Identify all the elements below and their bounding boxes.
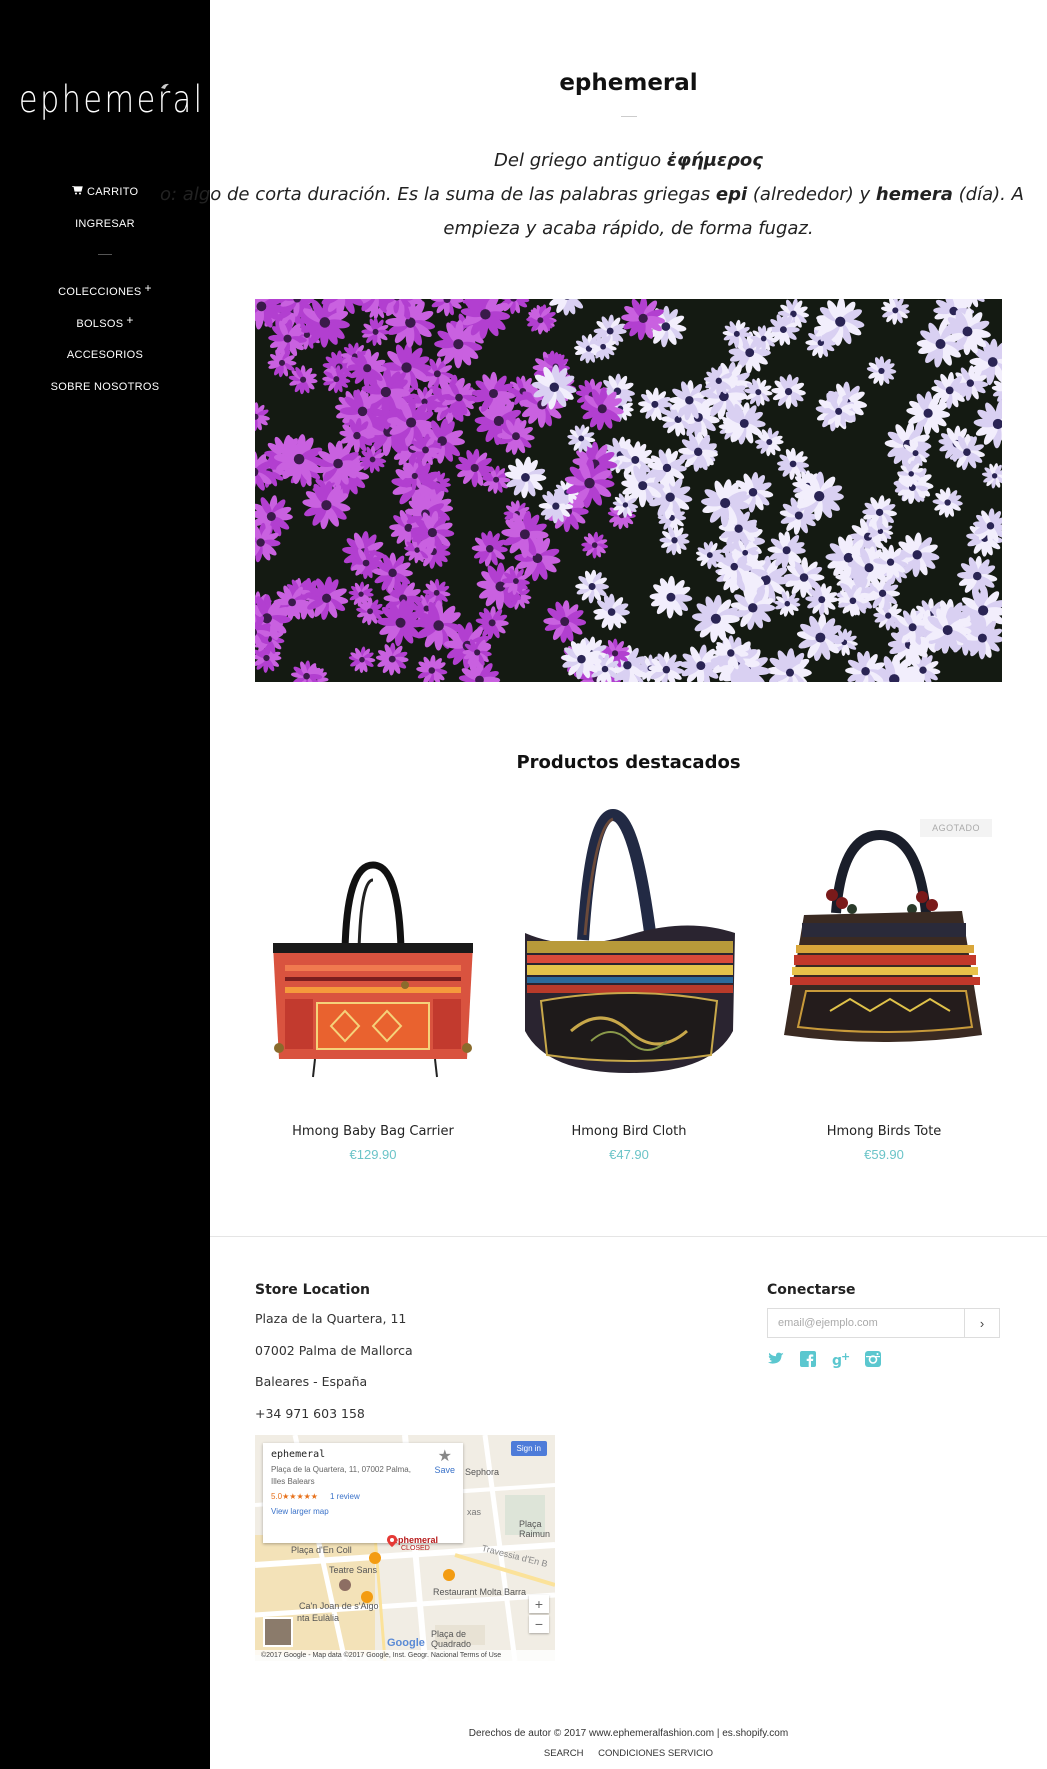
map-label: Restaurant Molta Barra — [433, 1587, 527, 1597]
store-location-title: Store Location — [255, 1282, 371, 1298]
quote-text: o: algo de corta duración. Es la suma de… — [160, 184, 716, 205]
product-card[interactable]: Hmong Bird Cloth €47.90 — [511, 805, 747, 1165]
map-label: Plaça de Quadrado — [431, 1629, 472, 1649]
map-zoom-out-button[interactable]: − — [529, 1615, 549, 1633]
map-label: Plaça d'En Coll — [291, 1545, 352, 1555]
footer-links: SEARCH CONDICIONES SERVICIO — [210, 1748, 1047, 1759]
product-name[interactable]: Hmong Birds Tote — [766, 1124, 1002, 1139]
quote-text: (día). A — [952, 184, 1024, 205]
map-label: xas — [467, 1507, 482, 1517]
cart-label: CARRITO — [86, 186, 139, 198]
quote-line-3: empieza y acaba rápido, de forma fugaz. — [443, 218, 814, 239]
google-plus-icon[interactable]: g + — [832, 1350, 854, 1372]
colecciones-label: COLECCIONES — [58, 286, 142, 298]
expand-plus-icon[interactable]: + — [126, 313, 133, 327]
expand-plus-icon[interactable]: + — [145, 281, 152, 295]
featured-products-title: Productos destacados — [516, 752, 741, 773]
login-link[interactable]: INGRESAR — [0, 214, 210, 246]
product-image[interactable] — [511, 805, 747, 1095]
bird-icon — [160, 82, 170, 92]
sidebar-item-accesorios[interactable]: ACCESORIOS — [0, 345, 210, 377]
store-address-line: 07002 Palma de Mallorca — [255, 1343, 413, 1358]
sidebar-item-colecciones[interactable]: COLECCIONES + — [0, 281, 210, 313]
newsletter-form: › — [767, 1308, 1000, 1338]
title-divider — [621, 116, 637, 117]
street-view-thumbnail[interactable] — [263, 1617, 293, 1647]
intro-quote: Del griego antiguo ἐφήμερος o: algo de c… — [160, 144, 1047, 246]
cart-icon — [72, 182, 84, 202]
svg-text:+: + — [841, 1350, 850, 1363]
map-label: nta Eulàlia — [297, 1613, 340, 1623]
quote-greek-word: ἐφήμερος — [666, 150, 763, 171]
product-name[interactable]: Hmong Bird Cloth — [511, 1124, 747, 1139]
instagram-icon[interactable] — [864, 1350, 886, 1372]
product-card[interactable]: AGOTADO Hmong Birds Tote €59.90 — [766, 805, 1002, 1165]
map-label: Teatre Sans — [329, 1565, 378, 1575]
footer-search-link[interactable]: SEARCH — [544, 1748, 584, 1759]
google-logo: Google — [387, 1637, 425, 1649]
newsletter-submit-button[interactable]: › — [965, 1309, 999, 1337]
map-signin-button[interactable]: Sign in — [510, 1441, 547, 1456]
sidebar-item-bolsos[interactable]: BOLSOS + — [0, 313, 210, 345]
email-input[interactable] — [768, 1309, 965, 1337]
sidebar: ephemeral CARRITO INGRESAR COLECCIONES + … — [0, 0, 210, 1769]
footer-divider — [210, 1236, 1047, 1237]
twitter-icon[interactable] — [767, 1350, 789, 1372]
connect-title: Conectarse — [767, 1282, 856, 1298]
page-title: ephemeral — [559, 70, 698, 96]
bolsos-label: BOLSOS — [76, 318, 124, 330]
map-label: Plaça Raimun — [519, 1519, 551, 1539]
map-place-card: ephemeral Plaça de la Quartera, 11, 0700… — [263, 1443, 463, 1543]
map-rating-row: 5.0★★★★★ 1 review — [271, 1492, 455, 1501]
product-price: €59.90 — [864, 1147, 904, 1162]
map-rating: 5.0★★★★★ — [271, 1492, 318, 1501]
sidebar-item-sobre-nosotros[interactable]: SOBRE NOSOTROS — [0, 377, 210, 409]
map-label: Sephora — [465, 1467, 500, 1477]
social-links: g + — [767, 1350, 892, 1372]
hero-image-flowers — [255, 299, 1002, 682]
store-address-line: Plaza de la Quartera, 11 — [255, 1311, 407, 1326]
quote-text: Del griego antiguo — [494, 150, 667, 171]
map-zoom-in-button[interactable]: + — [529, 1595, 549, 1613]
product-image[interactable] — [255, 805, 491, 1095]
product-card[interactable]: Hmong Baby Bag Carrier €129.90 — [255, 805, 491, 1165]
featured-products-grid: Hmong Baby Bag Carrier €129.90 Hmong Bir… — [255, 805, 1002, 1165]
map-save-button[interactable]: ★ Save — [434, 1448, 455, 1476]
footer-terms-link[interactable]: CONDICIONES SERVICIO — [598, 1748, 713, 1759]
star-icon: ★ — [437, 1448, 452, 1465]
store-map[interactable]: ephemeral Plaça de la Quartera, 11, 0700… — [255, 1435, 555, 1661]
map-marker-name: ephemeral — [393, 1535, 439, 1545]
quote-hemera: hemera — [875, 184, 953, 205]
product-price: €47.90 — [609, 1147, 649, 1162]
sidebar-nav: CARRITO INGRESAR COLECCIONES + BOLSOS + AC… — [0, 182, 210, 409]
quote-text: (alrededor) y — [747, 184, 876, 205]
view-larger-map-link[interactable]: View larger map — [271, 1507, 455, 1516]
map-marker-status: CLOSED — [401, 1545, 430, 1552]
quote-epi: epi — [715, 184, 748, 205]
map-place-address: Plaça de la Quartera, 11, 07002 Palma, I… — [271, 1465, 411, 1486]
map-save-label: Save — [434, 1465, 455, 1475]
store-address-line: Baleares - España — [255, 1374, 368, 1389]
store-phone: +34 971 603 158 — [255, 1406, 365, 1421]
quote-line-2: o: algo de corta duración. Es la suma de… — [160, 178, 1047, 212]
map-review-link[interactable]: 1 review — [330, 1492, 360, 1501]
copyright-text: Derechos de autor © 2017 www.ephemeralfa… — [468, 1728, 789, 1739]
nav-divider — [98, 254, 112, 255]
product-image[interactable] — [766, 805, 1002, 1095]
quote-line-1: Del griego antiguo ἐφήμερος — [210, 144, 1047, 178]
map-label: Ca'n Joan de s'Aigo — [299, 1601, 379, 1611]
facebook-icon[interactable] — [799, 1350, 821, 1372]
map-attribution[interactable]: ©2017 Google - Map data ©2017 Google, In… — [255, 1650, 555, 1661]
product-price: €129.90 — [349, 1147, 397, 1162]
map-place-name: ephemeral — [271, 1449, 326, 1460]
product-name[interactable]: Hmong Baby Bag Carrier — [255, 1124, 491, 1139]
